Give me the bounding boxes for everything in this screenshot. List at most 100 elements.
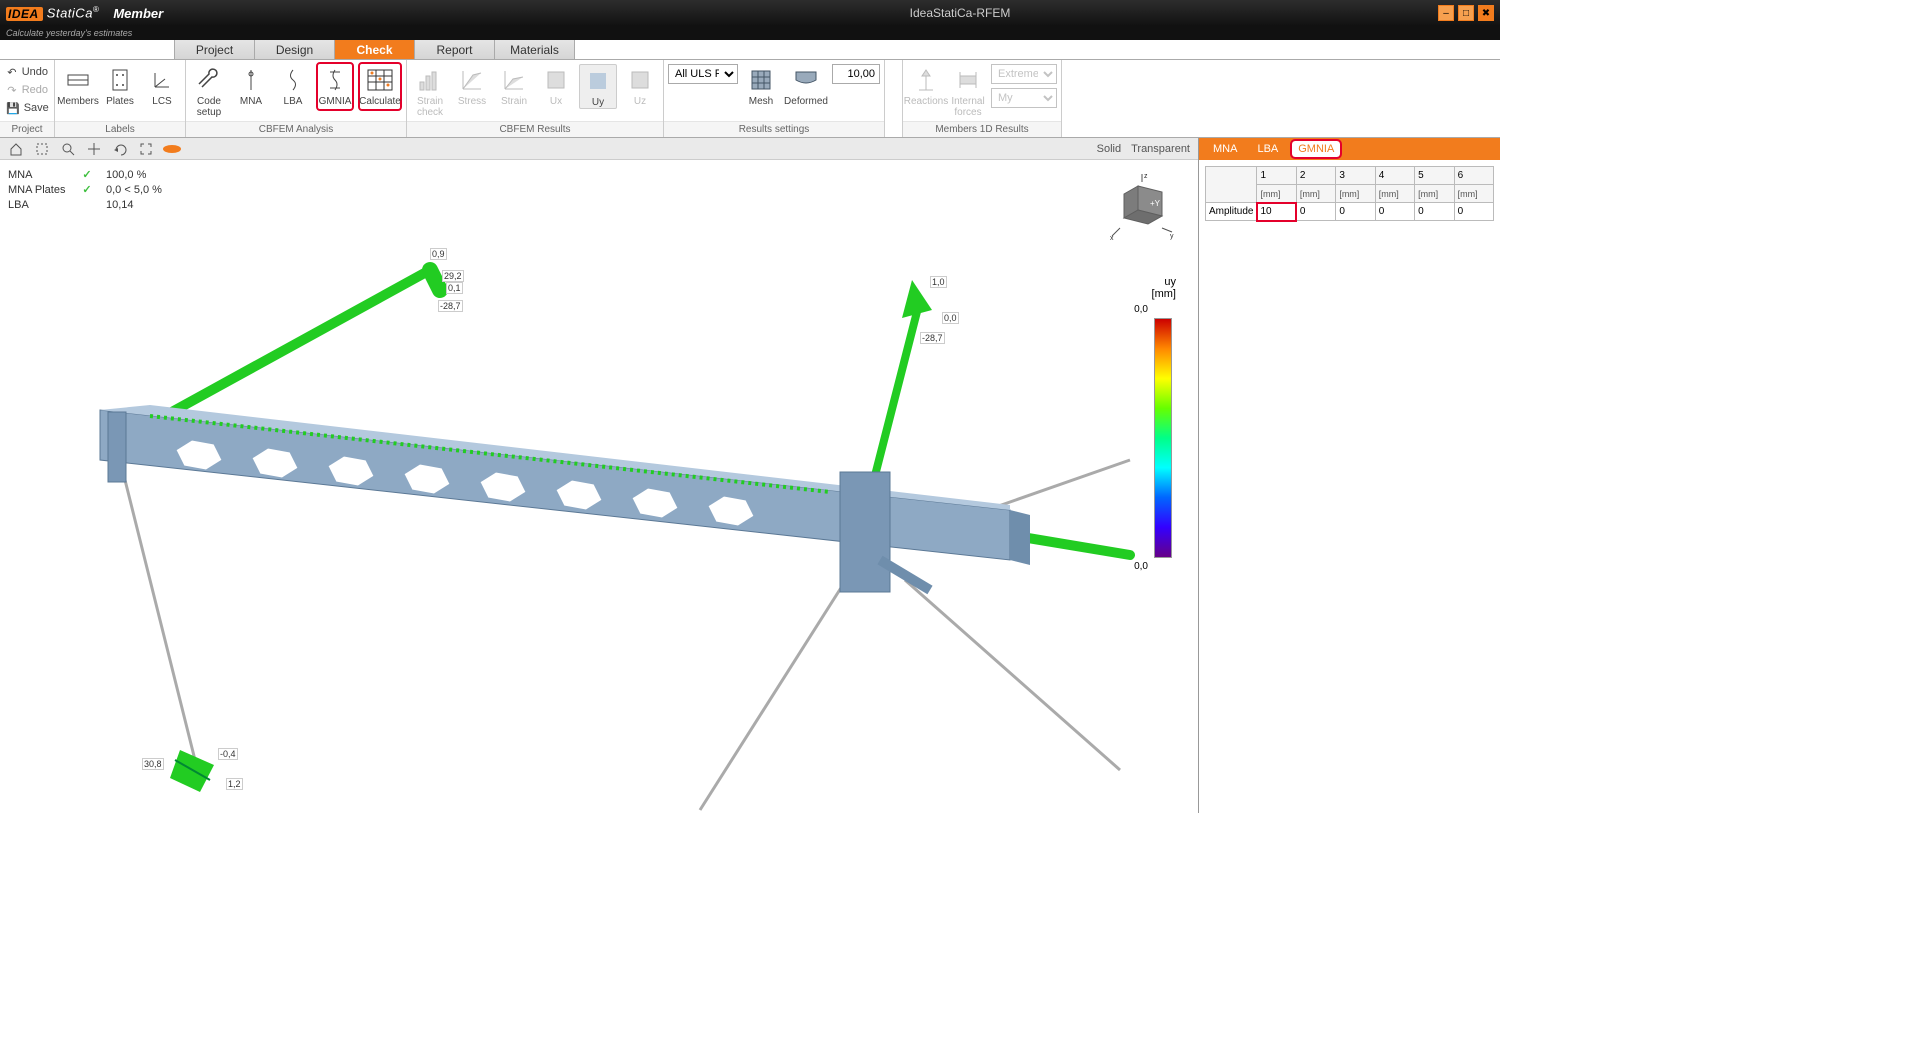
gmnia-icon: [321, 66, 349, 94]
internal-forces-button[interactable]: Internal forces: [949, 64, 987, 118]
mna-icon: [237, 66, 265, 94]
zoom-region-icon[interactable]: [34, 141, 50, 157]
strain-check-button[interactable]: Strain check: [411, 64, 449, 118]
axis-cube[interactable]: +Y x y z: [1110, 172, 1180, 242]
load-combo-select[interactable]: All ULS Fund: [668, 64, 738, 84]
legend-min: 0,0: [1134, 561, 1148, 572]
lba-button[interactable]: LBA: [274, 64, 312, 107]
internal-forces-icon: [954, 66, 982, 94]
amplitude-input-5[interactable]: [1418, 206, 1446, 217]
gmnia-button[interactable]: GMNIA: [316, 62, 354, 111]
group-label-results-settings: Results settings: [664, 121, 884, 137]
ux-button[interactable]: Ux: [537, 64, 575, 107]
right-panel: MNA LBA GMNIA 1 2 3 4 5 6 [mm] [mm] [mm]…: [1198, 138, 1500, 813]
scale-input[interactable]: [832, 64, 880, 84]
deformed-toggle[interactable]: Deformed: [784, 64, 828, 107]
rp-tab-gmnia[interactable]: GMNIA: [1292, 141, 1340, 157]
rp-tab-mna[interactable]: MNA: [1207, 141, 1243, 157]
node-label: 29,2: [442, 270, 464, 282]
mesh-toggle[interactable]: Mesh: [742, 64, 780, 107]
node-label: 1,2: [226, 778, 243, 790]
window-minimize-button[interactable]: –: [1438, 5, 1454, 21]
members-icon: [64, 66, 92, 94]
amplitude-input-1[interactable]: [1260, 206, 1288, 217]
main-tabs: Project Design Check Report Materials: [0, 40, 1500, 60]
reactions-button[interactable]: Reactions: [907, 64, 945, 107]
lcs-toggle[interactable]: LCS: [143, 64, 181, 107]
viewport-3d[interactable]: Solid Transparent MNA✓100,0 % MNA Plates…: [0, 138, 1198, 813]
pan-icon[interactable]: [86, 141, 102, 157]
component-select[interactable]: My: [991, 88, 1057, 108]
node-label: -28,7: [438, 300, 463, 312]
node-label: 1,0: [930, 276, 947, 288]
brand-statica: StatiCa: [47, 6, 93, 21]
svg-text:+Y: +Y: [1150, 199, 1161, 208]
viewport-toolbar: Solid Transparent: [0, 138, 1198, 160]
strain-button[interactable]: Strain: [495, 64, 533, 107]
ribbon-group-project: ↶Undo ↷Redo 💾Save Project: [0, 60, 55, 137]
scene-3d: 0,9 29,2 0,1 -28,7 1,0 0,0 -28,7 30,8 -0…: [0, 160, 1198, 813]
mesh-icon: [747, 66, 775, 94]
color-legend: uy[mm] 0,0 0,0: [1138, 318, 1172, 558]
node-label: -0,4: [218, 748, 238, 760]
lba-icon: [279, 66, 307, 94]
svg-text:y: y: [1170, 233, 1174, 240]
svg-text:z: z: [1144, 173, 1148, 180]
group-label-project: Project: [0, 121, 54, 137]
tagline: Calculate yesterday's estimates: [0, 26, 1500, 40]
plates-toggle[interactable]: Plates: [101, 64, 139, 107]
ribbon-group-labels: Members Plates LCS Labels: [55, 60, 186, 137]
code-setup-button[interactable]: Code setup: [190, 64, 228, 118]
extreme-select[interactable]: Extreme: [991, 64, 1057, 84]
node-label: 30,8: [142, 758, 164, 770]
save-button[interactable]: 💾Save: [4, 100, 50, 116]
uz-button[interactable]: Uz: [621, 64, 659, 107]
ux-icon: [542, 66, 570, 94]
redo-button[interactable]: ↷Redo: [4, 82, 50, 98]
redo-icon: ↷: [6, 83, 18, 97]
ribbon: ↶Undo ↷Redo 💾Save Project Members Plates…: [0, 60, 1500, 138]
logo-box: IDEA: [6, 7, 43, 21]
mna-button[interactable]: MNA: [232, 64, 270, 107]
undo-button[interactable]: ↶Undo: [4, 64, 50, 80]
amplitude-input-2[interactable]: [1300, 206, 1328, 217]
tab-check[interactable]: Check: [335, 40, 415, 59]
view-toggle-icon[interactable]: [164, 141, 180, 157]
amplitude-row-label: Amplitude: [1206, 203, 1257, 221]
stress-button[interactable]: Stress: [453, 64, 491, 107]
brand-idea: IDEA: [8, 7, 39, 21]
group-label-cbfem-results: CBFEM Results: [407, 121, 663, 137]
tab-report[interactable]: Report: [415, 40, 495, 59]
window-close-button[interactable]: ✖: [1478, 5, 1494, 21]
amplitude-input-3[interactable]: [1339, 206, 1367, 217]
rp-tab-lba[interactable]: LBA: [1251, 141, 1284, 157]
members-toggle[interactable]: Members: [59, 64, 97, 107]
uy-button[interactable]: Uy: [579, 64, 617, 109]
zoom-icon[interactable]: [60, 141, 76, 157]
legend-max: 0,0: [1134, 304, 1148, 315]
solid-toggle[interactable]: Solid: [1097, 143, 1121, 155]
amplitude-input-6[interactable]: [1458, 206, 1486, 217]
tab-project[interactable]: Project: [175, 40, 255, 59]
ribbon-group-cbfem-results: Strain check Stress Strain Ux Uy Uz: [407, 60, 664, 137]
transparent-toggle[interactable]: Transparent: [1131, 143, 1190, 155]
home-icon[interactable]: [8, 141, 24, 157]
calculate-icon: [366, 66, 394, 94]
window-maximize-button[interactable]: □: [1458, 5, 1474, 21]
save-icon: 💾: [6, 101, 20, 115]
fullscreen-icon[interactable]: [138, 141, 154, 157]
ribbon-group-results-settings: All ULS Fund Mesh Deformed Results setti…: [664, 60, 885, 137]
tab-design[interactable]: Design: [255, 40, 335, 59]
calculate-button[interactable]: Calculate: [358, 62, 402, 111]
stress-icon: [458, 66, 486, 94]
rotate-icon[interactable]: [112, 141, 128, 157]
window-title: IdeaStatiCa-RFEM: [910, 6, 1011, 20]
deformed-icon: [792, 66, 820, 94]
group-label-members-1d: Members 1D Results: [903, 121, 1061, 137]
tab-materials[interactable]: Materials: [495, 40, 575, 59]
titlebar: IDEA StatiCa® Member IdeaStatiCa-RFEM – …: [0, 0, 1500, 26]
undo-icon: ↶: [6, 65, 18, 79]
uy-icon: [584, 67, 612, 95]
right-panel-tabs: MNA LBA GMNIA: [1199, 138, 1500, 160]
amplitude-input-4[interactable]: [1379, 206, 1407, 217]
